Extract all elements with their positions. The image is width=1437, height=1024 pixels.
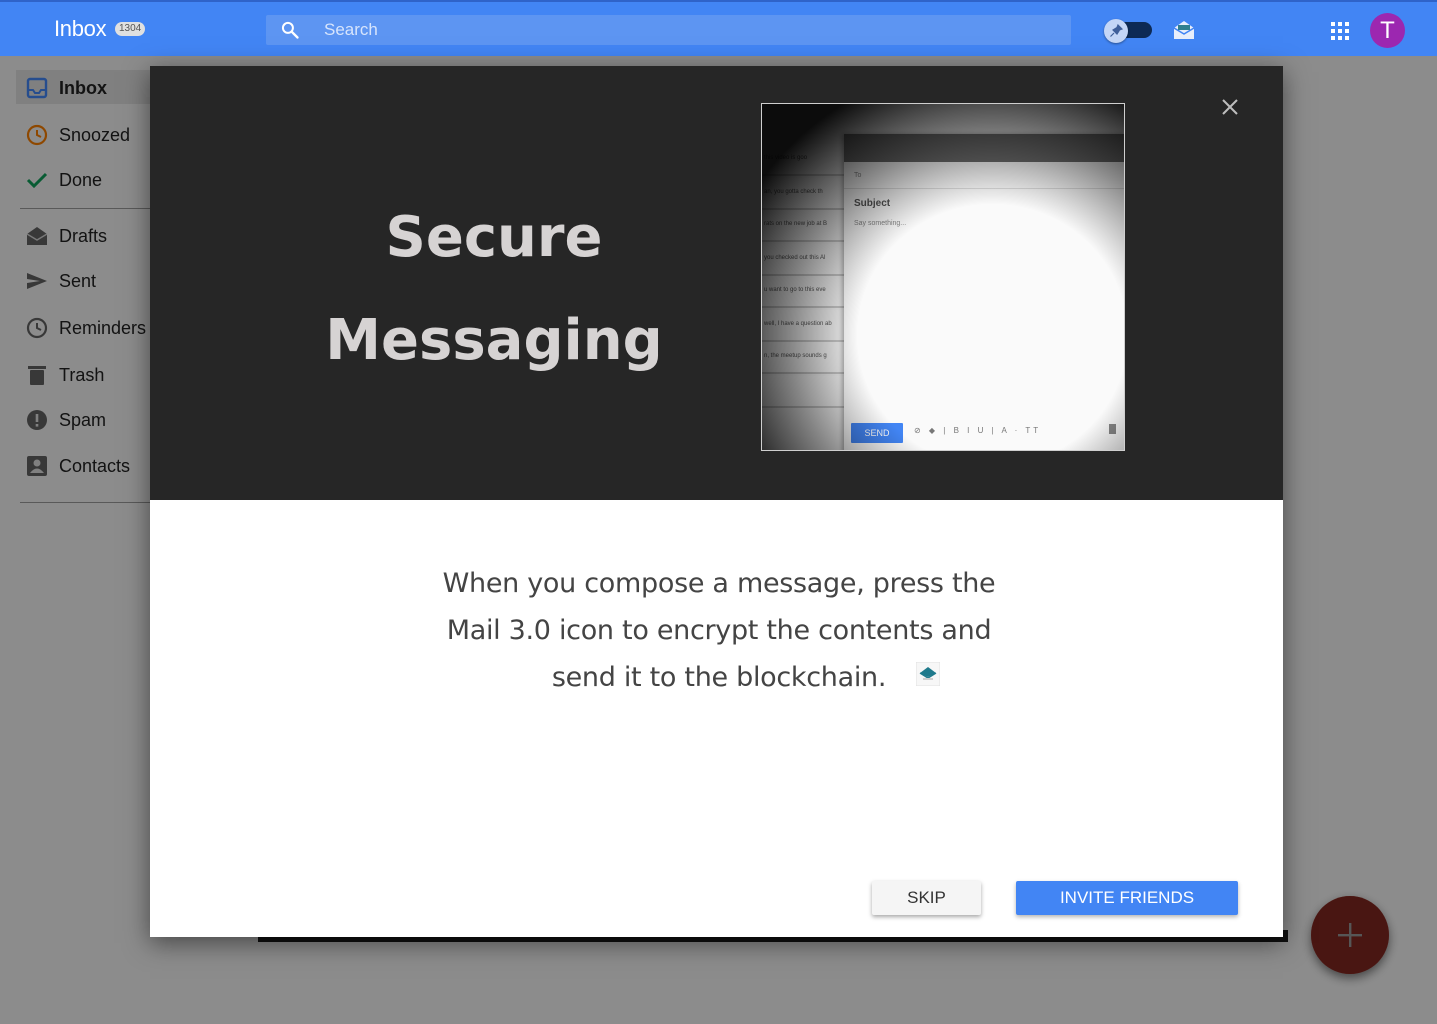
mail3-envelope-icon[interactable]: [1172, 18, 1196, 47]
compose-preview-image: this video is goo an, you gotta check th…: [761, 103, 1125, 451]
list-item: u want to go to this eve: [762, 276, 844, 308]
invite-friends-button[interactable]: INVITE FRIENDS: [1016, 881, 1238, 915]
list-item: rats on the new job at B: [762, 210, 844, 242]
title-line-1: Secure: [385, 205, 603, 270]
compose-header: [844, 134, 1124, 162]
compose-divider: [844, 188, 1124, 189]
list-item: an, you gotta check th: [762, 178, 844, 210]
trash-icon: [1109, 424, 1116, 434]
compose-to-label: To: [854, 172, 862, 179]
unread-count-badge: 1304: [115, 22, 146, 36]
close-icon[interactable]: [1220, 97, 1240, 117]
list-item: well, I have a question ab: [762, 310, 844, 342]
search-bar[interactable]: [266, 15, 1071, 45]
pin-icon: [1104, 19, 1128, 43]
onboarding-dialog: Secure Messaging this video is goo an, y…: [150, 66, 1283, 937]
app-title[interactable]: Inbox: [54, 16, 107, 42]
search-icon[interactable]: [280, 20, 300, 45]
avatar[interactable]: T: [1370, 13, 1405, 48]
skip-button[interactable]: SKIP: [872, 881, 981, 915]
top-app-bar: Inbox 1304 T: [0, 0, 1437, 56]
title-line-2: Messaging: [325, 308, 663, 373]
list-item: [762, 376, 844, 408]
list-item: n, the meetup sounds g: [762, 342, 844, 374]
dialog-hero: Secure Messaging this video is goo an, y…: [150, 66, 1283, 500]
mail3-icon: [915, 661, 941, 687]
compose-subject-label: Subject: [854, 198, 891, 209]
preview-message-list: this video is goo an, you gotta check th…: [762, 144, 844, 450]
compose-send-button: SEND: [851, 423, 903, 443]
compose-toolbar: ⊘ ◆ | B I U | A · TT: [914, 426, 1042, 435]
dialog-title: Secure Messaging: [300, 186, 688, 392]
message-line-2: Mail 3.0 icon to encrypt the contents an…: [446, 615, 992, 646]
list-item: you checked out this Al: [762, 244, 844, 276]
search-input[interactable]: [324, 19, 1024, 41]
apps-grid-icon[interactable]: [1331, 22, 1349, 45]
preview-compose-window: To Subject Say something... SEND ⊘ ◆ | B…: [844, 134, 1124, 450]
compose-body-placeholder: Say something...: [854, 220, 907, 227]
pinned-toggle[interactable]: [1104, 19, 1152, 43]
list-item: this video is goo: [762, 144, 844, 176]
message-line-1: When you compose a message, press the: [442, 568, 996, 599]
